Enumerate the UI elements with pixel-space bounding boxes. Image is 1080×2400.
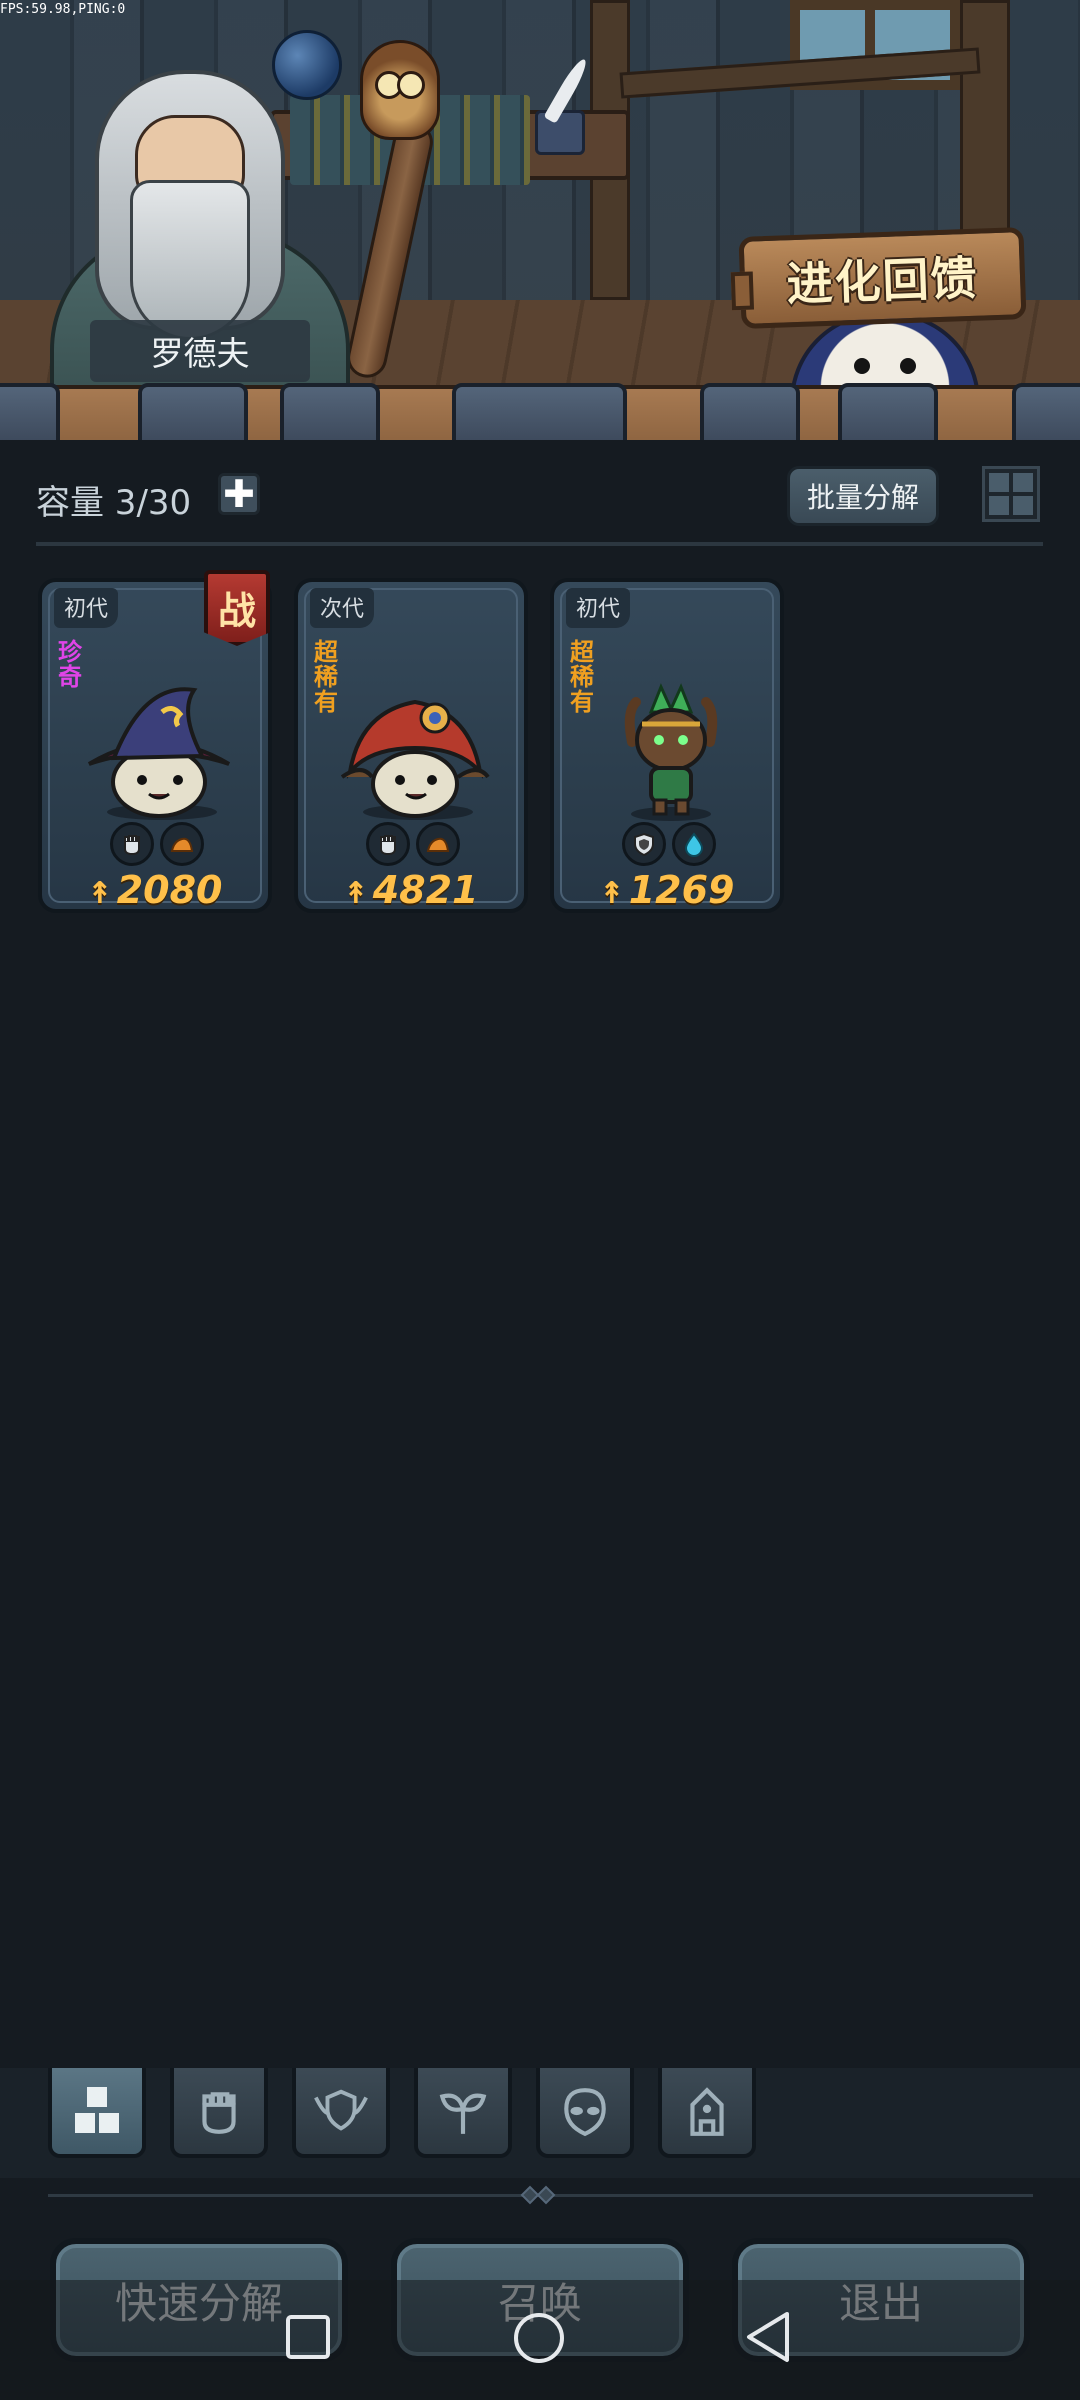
tab-fist[interactable] xyxy=(170,2068,268,2158)
creature-card[interactable]: 初代 超稀有 ↟ 1269 xyxy=(550,578,784,913)
fist-icon xyxy=(366,822,410,866)
water-icon xyxy=(672,822,716,866)
batch-decompose-button[interactable]: 批量分解 xyxy=(787,466,939,526)
rarity-label: 珍奇 xyxy=(58,638,82,692)
power-number: 1269 xyxy=(628,868,735,912)
capacity-label: 容量 3/30 xyxy=(36,483,192,523)
power-arrow-icon: ↟ xyxy=(87,876,113,911)
inkpot xyxy=(535,110,585,155)
alien-head-icon xyxy=(564,2088,606,2137)
rarity-label: 超稀有 xyxy=(570,638,594,717)
evolution-feedback-button[interactable]: 进化回馈 xyxy=(738,227,1027,329)
tab-nature[interactable] xyxy=(414,2068,512,2158)
diamond-knob-icon[interactable] xyxy=(518,2183,558,2207)
stone-block xyxy=(838,383,938,440)
grid-view-toggle-icon[interactable] xyxy=(982,466,1040,522)
generation-tag: 初代 xyxy=(566,588,631,628)
power-number: 2080 xyxy=(116,868,223,912)
divider xyxy=(36,542,1043,546)
sage-beard xyxy=(130,180,250,340)
system-navigation-bar xyxy=(0,2280,1080,2400)
expand-capacity-button[interactable]: ✚ xyxy=(218,473,260,515)
creature-card[interactable]: 初代 珍奇 战 ↟ 2080 xyxy=(38,570,272,913)
stone-block xyxy=(452,383,627,440)
hooded-mushroom-creature xyxy=(340,699,490,820)
all-icon xyxy=(75,2087,119,2133)
tab-alien[interactable] xyxy=(536,2068,634,2158)
power-value: ↟ 1269 xyxy=(554,868,780,912)
tree-spirit-creature xyxy=(624,683,718,821)
fist-icon xyxy=(202,2092,236,2134)
power-arrow-icon: ↟ xyxy=(343,876,369,911)
wizard-mushroom-creature xyxy=(87,687,231,820)
fist-icon xyxy=(110,822,154,866)
evolution-scene: 罗德夫 进化回馈 xyxy=(0,0,1080,440)
creature-card[interactable]: 次代 超稀有 ↟ 4821 xyxy=(294,578,528,913)
stone-block xyxy=(700,383,800,440)
home-icon[interactable] xyxy=(513,2312,565,2364)
owl-icon xyxy=(360,40,440,140)
tab-tower[interactable] xyxy=(658,2068,756,2158)
sprout-icon xyxy=(439,2093,487,2134)
tower-icon xyxy=(690,2087,724,2136)
tab-defense[interactable] xyxy=(292,2068,390,2158)
stone-block xyxy=(0,383,60,440)
shield-icon xyxy=(622,822,666,866)
earth-icon xyxy=(160,822,204,866)
stone-block xyxy=(280,383,380,440)
in-battle-badge: 战 xyxy=(204,570,270,646)
fps-readout: FPS:59.98,PING:0 xyxy=(0,2,126,17)
stone-block xyxy=(1012,383,1080,440)
shield-wings-icon xyxy=(314,2089,368,2131)
tab-all[interactable] xyxy=(48,2068,146,2158)
power-value: ↟ 4821 xyxy=(298,868,524,912)
generation-tag: 次代 xyxy=(310,588,375,628)
generation-tag: 初代 xyxy=(54,588,119,628)
stone-block xyxy=(138,383,248,440)
npc-name-plate: 罗德夫 xyxy=(90,320,310,382)
recent-apps-icon[interactable] xyxy=(285,2314,331,2360)
power-value: ↟ 2080 xyxy=(42,868,268,912)
rarity-label: 超稀有 xyxy=(314,638,338,717)
power-arrow-icon: ↟ xyxy=(599,876,625,911)
back-icon[interactable] xyxy=(743,2310,793,2364)
power-number: 4821 xyxy=(372,868,479,912)
earth-icon xyxy=(416,822,460,866)
